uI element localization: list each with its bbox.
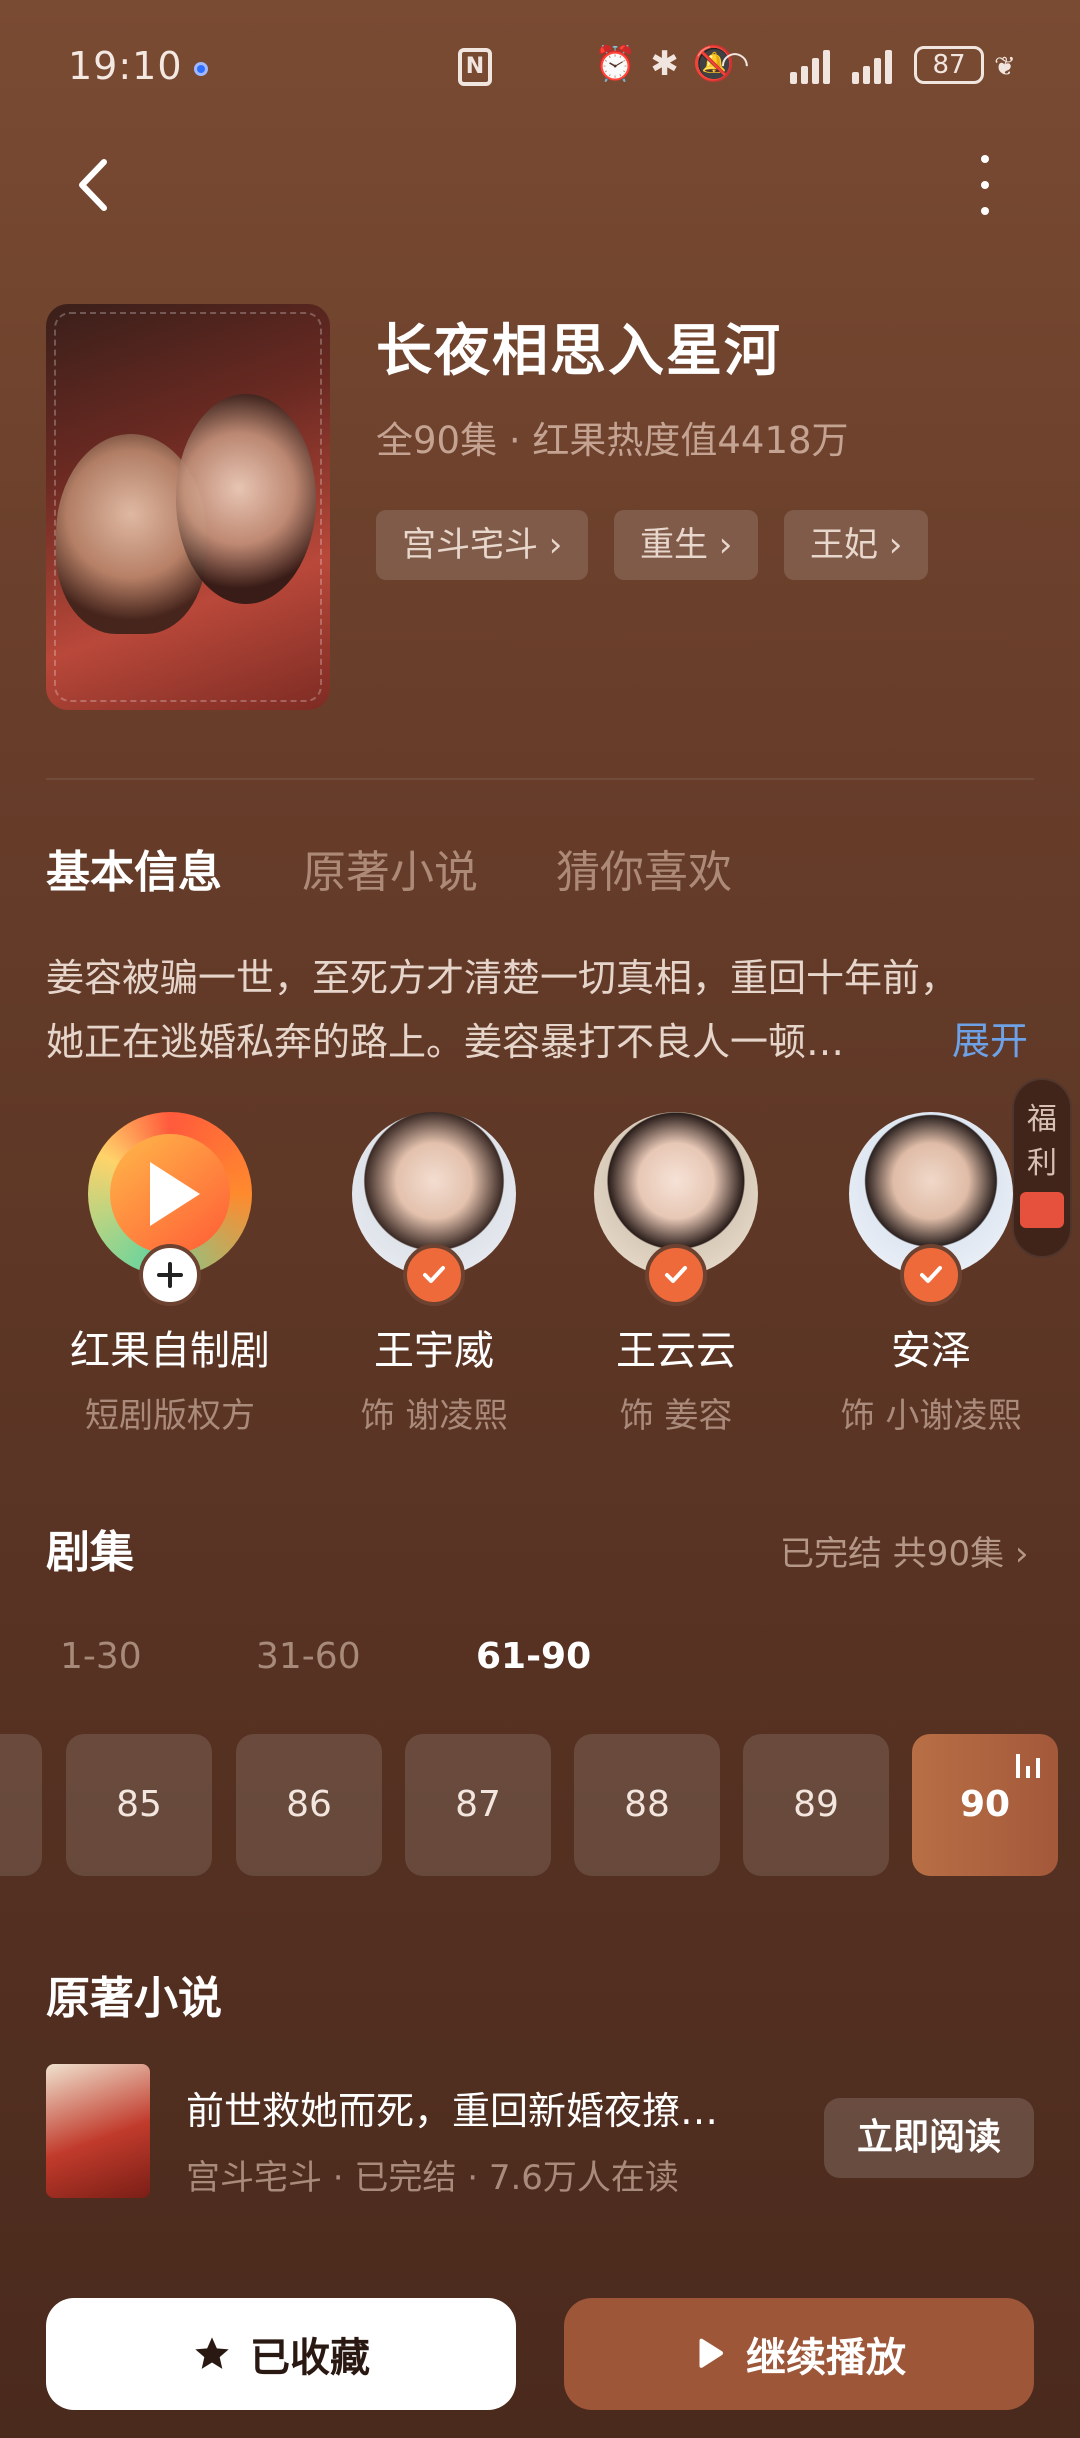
plus-icon bbox=[157, 1262, 183, 1288]
novel-section-title: 原著小说 bbox=[46, 1973, 222, 2024]
check-icon bbox=[920, 1266, 942, 1283]
cast-role: 饰 小谢凌熙 bbox=[840, 1396, 1022, 1436]
drama-poster[interactable] bbox=[46, 304, 330, 710]
expand-link[interactable]: 展开 bbox=[952, 1010, 1028, 1065]
episode-button-partial[interactable] bbox=[0, 1734, 42, 1876]
check-icon bbox=[665, 1266, 687, 1283]
tab-recommend[interactable]: 猜你喜欢 bbox=[556, 836, 732, 900]
continue-play-button[interactable]: 继续播放 bbox=[564, 2298, 1034, 2410]
play-logo-icon bbox=[150, 1162, 200, 1226]
cast-role: 短剧版权方 bbox=[85, 1396, 255, 1436]
drama-meta: 全90集 · 红果热度值4418万 bbox=[376, 419, 849, 462]
nfc-icon: N bbox=[458, 48, 492, 86]
episodes-title: 剧集 bbox=[46, 1527, 134, 1578]
play-icon bbox=[699, 2338, 724, 2368]
cast-role: 饰 谢凌熙 bbox=[360, 1396, 508, 1436]
followed-badge bbox=[900, 1244, 962, 1306]
episode-button[interactable]: 89 bbox=[743, 1734, 889, 1876]
tag-palace[interactable]: 宫斗宅斗 › bbox=[376, 510, 589, 580]
leaf-icon: ❦ bbox=[994, 52, 1016, 82]
episode-button[interactable]: 87 bbox=[405, 1734, 551, 1876]
episode-button[interactable]: 88 bbox=[574, 1734, 720, 1876]
episode-button[interactable]: 86 bbox=[236, 1734, 382, 1876]
novel-meta: 宫斗宅斗 · 已完结 · 7.6万人在读 bbox=[186, 2158, 679, 2198]
check-icon bbox=[423, 1266, 445, 1283]
range-tab[interactable]: 1-30 bbox=[60, 1636, 142, 1677]
cast-role: 饰 姜容 bbox=[619, 1396, 733, 1436]
novel-cover[interactable] bbox=[46, 2064, 150, 2198]
followed-badge bbox=[403, 1244, 465, 1306]
more-button[interactable] bbox=[975, 155, 995, 215]
back-icon bbox=[79, 159, 107, 211]
range-tab-active[interactable]: 61-90 bbox=[476, 1636, 591, 1677]
red-envelope-icon bbox=[1020, 1192, 1064, 1228]
cast-name: 王云云 bbox=[616, 1328, 736, 1374]
drama-title: 长夜相思入星河 bbox=[376, 319, 782, 384]
location-dot-icon bbox=[194, 62, 208, 76]
cast-name: 红果自制剧 bbox=[70, 1328, 270, 1374]
wifi-icon: ◠ bbox=[720, 44, 750, 84]
range-tab[interactable]: 31-60 bbox=[256, 1636, 361, 1677]
tab-original-novel[interactable]: 原著小说 bbox=[302, 836, 478, 900]
favorite-button[interactable]: 已收藏 bbox=[46, 2298, 516, 2410]
back-button[interactable] bbox=[70, 150, 120, 220]
episode-button[interactable]: 85 bbox=[66, 1734, 212, 1876]
followed-badge bbox=[645, 1244, 707, 1306]
playing-icon bbox=[1016, 1754, 1040, 1778]
more-icon bbox=[981, 155, 989, 163]
battery-icon: 87 bbox=[914, 46, 984, 84]
status-time: 19:10 bbox=[68, 44, 183, 88]
star-icon bbox=[195, 2337, 229, 2369]
tab-basic-info[interactable]: 基本信息 bbox=[46, 836, 222, 900]
signal-icon bbox=[852, 50, 898, 84]
description: 姜容被骗一世，至死方才清楚一切真相，重回十年前， 她正在逃婚私奔的路上。姜容暴打… bbox=[46, 956, 959, 1064]
divider bbox=[46, 778, 1034, 780]
signal-icon bbox=[790, 50, 836, 84]
episode-button-current[interactable]: 90 bbox=[912, 1734, 1058, 1876]
read-now-button[interactable]: 立即阅读 bbox=[824, 2098, 1034, 2178]
tag-rebirth[interactable]: 重生 › bbox=[614, 510, 759, 580]
cast-name: 安泽 bbox=[891, 1328, 971, 1374]
episodes-status-link[interactable]: 已完结 共90集 › bbox=[780, 1526, 1028, 1575]
cast-name: 王宇威 bbox=[374, 1328, 494, 1374]
follow-button[interactable] bbox=[139, 1244, 201, 1306]
tag-princess[interactable]: 王妃 › bbox=[784, 510, 929, 580]
novel-title[interactable]: 前世救她而死，重回新婚夜撩… bbox=[186, 2080, 718, 2135]
status-bar: 19:10 N ⏰✱🔕 ◠ 87 ❦ bbox=[0, 0, 1080, 130]
welfare-button[interactable]: 福 利 bbox=[1012, 1078, 1072, 1258]
